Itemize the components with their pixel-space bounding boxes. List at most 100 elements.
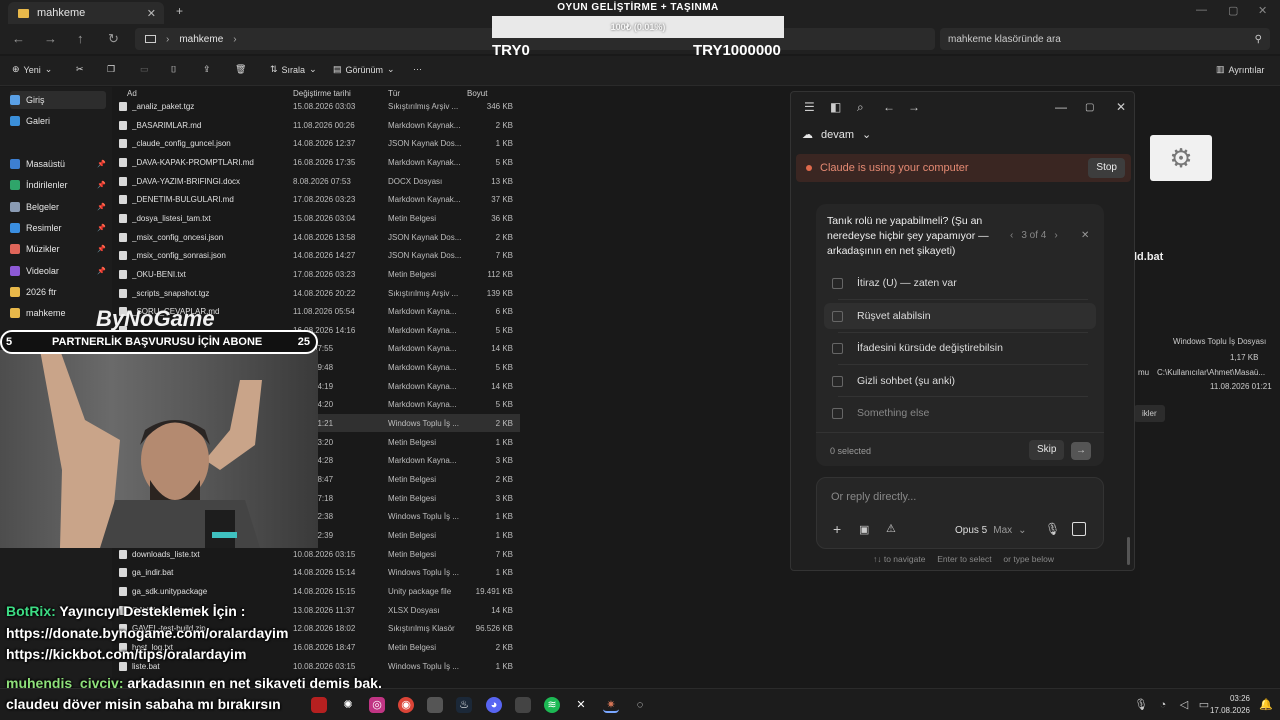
details-button[interactable]: ▥ Ayrıntılar <box>1216 64 1264 75</box>
plus-icon[interactable]: + <box>833 521 841 537</box>
rename-icon[interactable]: ⌷ <box>171 64 176 75</box>
chrome-icon[interactable]: ◉ <box>398 697 414 713</box>
maximize-icon[interactable]: ▢ <box>1228 4 1238 17</box>
forward-icon[interactable]: → <box>44 31 57 46</box>
file-row[interactable]: ga_sdk.unitypackage 14.08.2026 15:15 Unity… <box>115 582 520 600</box>
new-button[interactable]: ⊕ Yeni ⌄ <box>12 64 52 75</box>
share-icon[interactable]: ⇪ <box>203 64 211 75</box>
search-input[interactable]: mahkeme klasöründe ara ⚲ <box>940 28 1270 50</box>
system-clock[interactable]: 03:26 17.08.2026 <box>1210 693 1250 717</box>
sidebar-item-pictures[interactable]: Resimler 📌 <box>10 219 106 237</box>
claude-icon[interactable]: ✷ <box>603 697 619 713</box>
new-tab-icon[interactable]: + <box>176 4 183 18</box>
back-icon[interactable]: ← <box>12 31 25 46</box>
back-icon[interactable]: ← <box>883 100 895 114</box>
microphone-icon[interactable]: 🎙 <box>1045 522 1060 536</box>
chevron-right-icon[interactable]: › <box>1054 230 1057 241</box>
sort-button[interactable]: ⇅ Sırala ⌄ <box>270 64 317 75</box>
refresh-icon[interactable]: ↻ <box>108 31 119 47</box>
spotify-icon[interactable]: ≋ <box>544 697 560 713</box>
skip-button[interactable]: Skip <box>1029 440 1065 460</box>
app-icon[interactable] <box>427 697 443 713</box>
stop-square-icon[interactable] <box>1072 522 1086 536</box>
chatgpt-icon[interactable]: ✺ <box>340 697 356 713</box>
app-icon[interactable] <box>515 697 531 713</box>
paste-icon[interactable]: ▭ <box>140 64 149 75</box>
warning-icon[interactable]: ⚠ <box>886 522 896 535</box>
file-type: Metin Belgesi <box>388 493 437 503</box>
file-row[interactable]: _scripts_snapshot.tgz 14.08.2026 20:22 Sık… <box>115 284 520 302</box>
reply-input[interactable]: Or reply directly... <box>831 491 916 503</box>
close-icon[interactable]: ✕ <box>1116 100 1126 114</box>
notification-icon[interactable]: 🔔 <box>1258 697 1274 713</box>
steam-icon[interactable]: ♨ <box>456 697 472 713</box>
sidebar-item-mahkeme[interactable]: mahkeme <box>10 304 106 322</box>
checkbox[interactable] <box>832 277 843 289</box>
breadcrumb[interactable]: mahkeme <box>179 34 223 45</box>
option-4[interactable]: Gizli sohbet (şu anki) <box>824 368 1096 394</box>
file-row[interactable]: _claude_config_guncel.json 14.08.2026 12:… <box>115 134 520 152</box>
close-question-icon[interactable]: ✕ <box>1081 230 1089 241</box>
checkbox[interactable] <box>832 342 843 354</box>
volume-icon[interactable]: ◁ <box>1176 697 1192 713</box>
sidebar-item-music[interactable]: Müzikler 📌 <box>10 240 106 258</box>
option-other[interactable]: Something else <box>824 400 1096 426</box>
option-2[interactable]: Rüşvet alabilsin <box>824 303 1096 329</box>
view-button[interactable]: ▤ Görünüm ⌄ <box>333 64 395 75</box>
hint-select: Enter to select <box>937 554 992 564</box>
stop-button[interactable]: Stop <box>1088 158 1125 178</box>
sidebar-item-documents[interactable]: Belgeler 📌 <box>10 198 106 216</box>
sidebar-item-2026ftr[interactable]: 2026 ftr <box>10 283 106 301</box>
file-row[interactable]: _DAVA-YAZIM-BRIFINGI.docx 8.08.2026 07:53… <box>115 172 520 190</box>
chevron-left-icon[interactable]: ‹ <box>1010 230 1013 241</box>
file-row[interactable]: _msix_config_oncesi.json 14.08.2026 13:58… <box>115 228 520 246</box>
delete-icon[interactable]: 🗑 <box>235 64 246 75</box>
reply-box[interactable]: Or reply directly... + ▣ ⚠ Opus 5 Max ⌄ … <box>816 477 1104 549</box>
checkbox[interactable] <box>832 375 843 387</box>
sidebar-item-downloads[interactable]: İndirilenler 📌 <box>10 176 106 194</box>
sidebar-item-home[interactable]: Giriş <box>10 91 106 109</box>
copy-icon[interactable]: ❐ <box>107 64 115 75</box>
close-window-icon[interactable]: ✕ <box>1258 4 1267 17</box>
x-icon[interactable]: ✕ <box>573 697 589 713</box>
more-icon[interactable]: ··· <box>413 64 422 74</box>
instagram-icon[interactable]: ◎ <box>369 697 385 713</box>
maximize-icon[interactable]: ▢ <box>1085 102 1094 113</box>
file-row[interactable]: _OKU-BENI.txt 17.08.2026 03:23 Metin Belge… <box>115 265 520 283</box>
details-button[interactable]: ikler <box>1134 405 1165 422</box>
sidebar-item-desktop[interactable]: Masaüstü 📌 <box>10 155 106 173</box>
app-icon[interactable] <box>311 697 327 713</box>
microphone-icon[interactable]: 🎙 <box>1133 697 1149 713</box>
file-row[interactable]: _DENETIM-BULGULARI.md 17.08.2026 03:23 Mar… <box>115 190 520 208</box>
submit-arrow-icon[interactable]: → <box>1071 442 1091 460</box>
explorer-tab[interactable]: mahkeme ✕ <box>8 2 164 24</box>
project-selector[interactable]: ☁ devam ⌄ <box>802 128 871 142</box>
file-row[interactable]: _DAVA-KAPAK-PROMPTLARI.md 16.08.2026 17:3… <box>115 153 520 171</box>
wifi-icon[interactable]: ◔ <box>1155 697 1171 713</box>
minimize-icon[interactable]: — <box>1196 4 1207 16</box>
model-selector[interactable]: Opus 5 Max ⌄ <box>955 525 1027 536</box>
close-tab-icon[interactable]: ✕ <box>147 7 156 20</box>
sidebar-item-gallery[interactable]: Galeri <box>10 112 106 130</box>
file-row[interactable]: _dosya_listesi_tam.txt 15.08.2026 03:04 Me… <box>115 209 520 227</box>
file-row[interactable]: _BASARIMLAR.md 11.08.2026 00:26 Markdown K… <box>115 116 520 134</box>
discord-icon[interactable]: ◕ <box>486 697 502 713</box>
option-1[interactable]: İtiraz (U) — zaten var <box>824 270 1096 296</box>
option-3[interactable]: İfadesini kürsüde değiştirebilsin <box>824 335 1096 361</box>
cut-icon[interactable]: ✂ <box>76 64 84 75</box>
menu-icon[interactable]: ☰ <box>804 100 815 114</box>
file-row[interactable]: _analiz_paket.tgz 15.08.2026 03:03 Sıkıştı… <box>115 97 520 115</box>
file-row[interactable]: ga_indir.bat 14.08.2026 15:14 Windows Topl… <box>115 563 520 581</box>
minimize-icon[interactable]: — <box>1055 100 1067 114</box>
checkbox[interactable] <box>832 407 843 419</box>
sidebar-toggle-icon[interactable]: ◧ <box>830 100 841 114</box>
folder-plus-icon[interactable]: ▣ <box>859 523 869 536</box>
sidebar-item-videos[interactable]: Videolar 📌 <box>10 262 106 280</box>
forward-icon[interactable]: → <box>908 100 920 114</box>
checkbox[interactable] <box>832 310 843 322</box>
app-icon[interactable]: ◌ <box>632 697 648 713</box>
file-row[interactable]: _msix_config_sonrasi.json 14.08.2026 14:2… <box>115 246 520 264</box>
up-icon[interactable]: ↑ <box>77 31 84 46</box>
scrollbar[interactable] <box>1127 537 1130 565</box>
search-icon[interactable]: ⌕ <box>857 100 864 115</box>
